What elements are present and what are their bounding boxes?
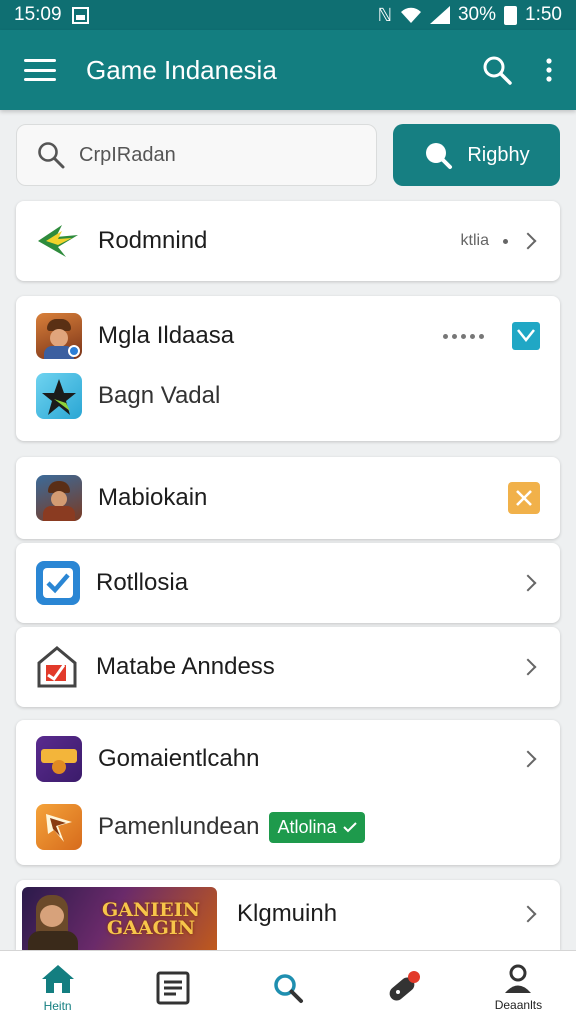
list-item-label: Mabiokain xyxy=(98,484,208,511)
chevron-right-icon[interactable] xyxy=(519,658,537,676)
news-icon xyxy=(156,971,190,1004)
nav-profile[interactable]: Deaanlts xyxy=(461,951,576,1024)
nav-search[interactable] xyxy=(230,951,345,1024)
list-card: GANIEIN GAAGIN Klgmuinh xyxy=(16,880,560,950)
list-item-label: Klgmuinh xyxy=(237,900,338,927)
checkmark-app-icon xyxy=(36,561,80,605)
list-item-label: Gomaientlcahn xyxy=(98,745,260,772)
list-item-label: Mgla Ildaasa xyxy=(98,322,235,349)
list-item[interactable]: Bagn Vadal xyxy=(16,371,560,421)
search-button[interactable]: Rigbhy xyxy=(393,124,560,186)
search-row: Rigbhy xyxy=(16,124,560,186)
status-bar: 15:09 ℕ 30% 1:50 xyxy=(0,0,576,30)
status-clock-right: 1:50 xyxy=(525,4,562,25)
close-icon xyxy=(516,490,532,506)
chevron-right-icon[interactable] xyxy=(519,750,537,768)
list-item-label: Bagn Vadal xyxy=(98,382,221,409)
close-tile[interactable] xyxy=(508,482,540,514)
search-field[interactable] xyxy=(16,124,377,186)
game-warrior-icon xyxy=(36,475,82,521)
house-flag-icon xyxy=(37,646,77,688)
game-icon xyxy=(389,970,421,1000)
list-item-meta: ktlia xyxy=(460,232,489,249)
search-button-label: Rigbhy xyxy=(467,143,530,166)
more-options-icon[interactable] xyxy=(546,58,552,82)
list-item[interactable]: Mgla Ildaasa xyxy=(16,296,560,376)
home-icon xyxy=(41,964,74,993)
list-item[interactable]: Gomaientlcahn xyxy=(16,720,560,798)
list-card: Mgla Ildaasa Bagn Vadal xyxy=(16,296,560,441)
status-badge: Atlolina xyxy=(269,811,365,843)
nav-home[interactable]: Heitn xyxy=(0,951,115,1024)
search-icon xyxy=(274,973,303,1003)
search-button-icon xyxy=(426,143,453,169)
nav-label: Heitn xyxy=(43,998,72,1013)
checkbox-checked[interactable] xyxy=(512,322,540,350)
list-item[interactable]: GANIEIN GAAGIN Klgmuinh xyxy=(16,880,560,950)
list-item[interactable]: Pamenlundean Atlolina xyxy=(16,798,560,856)
wifi-icon xyxy=(400,7,421,23)
chevron-right-icon[interactable] xyxy=(519,574,537,592)
list-card: Rodmnind ktlia xyxy=(16,201,560,281)
list-card: Matabe Anndess xyxy=(16,627,560,707)
battery-icon xyxy=(504,5,518,25)
profile-icon xyxy=(505,964,532,993)
game-star-icon xyxy=(36,373,82,419)
search-field-icon xyxy=(38,142,65,169)
list-item[interactable]: Matabe Anndess xyxy=(16,627,560,707)
arrow-logo-icon xyxy=(38,225,78,257)
chevron-right-icon[interactable] xyxy=(519,905,537,923)
nfc-icon: ℕ xyxy=(377,4,392,25)
list-item[interactable]: Mabiokain xyxy=(16,457,560,539)
status-badge-label: Atlolina xyxy=(277,816,337,837)
list-card: Rotllosia xyxy=(16,543,560,623)
list-item[interactable]: Rotllosia xyxy=(16,543,560,623)
nav-label: Deaanlts xyxy=(494,997,543,1012)
game-badge-icon xyxy=(36,736,82,782)
check-icon xyxy=(517,329,535,343)
nav-games[interactable] xyxy=(346,951,461,1024)
nav-news[interactable] xyxy=(115,951,230,1024)
search-icon[interactable] xyxy=(482,55,512,85)
list-item-label: Rotllosia xyxy=(96,569,189,596)
bottom-navigation: Heitn Deaanlts xyxy=(0,950,576,1024)
screenshot-icon xyxy=(71,6,89,24)
list-card: Mabiokain xyxy=(16,457,560,539)
signal-icon xyxy=(429,6,450,24)
check-icon xyxy=(342,822,357,833)
list-item-label: Matabe Anndess xyxy=(96,653,275,680)
app-bar: Game Indanesia xyxy=(0,30,576,110)
game-flame-icon xyxy=(36,804,82,850)
app-title: Game Indanesia xyxy=(86,54,277,85)
search-input[interactable] xyxy=(79,143,339,167)
game-avatar-icon xyxy=(36,313,82,359)
battery-percent: 30% xyxy=(457,4,497,25)
list-card: Gomaientlcahn Pamenlundean Atlolina xyxy=(16,720,560,865)
separator-dot xyxy=(503,238,508,244)
menu-icon[interactable] xyxy=(24,59,56,81)
game-banner-image: GANIEIN GAAGIN xyxy=(22,887,217,950)
more-dots-icon[interactable] xyxy=(443,333,484,339)
list-item-label: Rodmnind xyxy=(98,227,208,254)
list-item[interactable]: Rodmnind ktlia xyxy=(16,201,560,281)
chevron-right-icon[interactable] xyxy=(519,232,537,250)
list-item-label: Pamenlundean xyxy=(98,813,260,840)
game-banner-title: GANIEIN GAAGIN xyxy=(102,899,200,939)
status-time: 15:09 xyxy=(14,4,62,25)
